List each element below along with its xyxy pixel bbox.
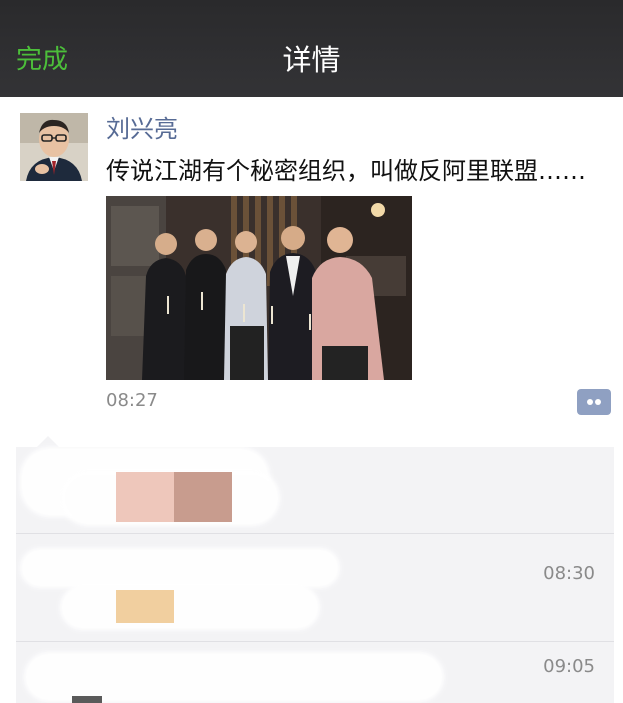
avatar[interactable]: [20, 113, 88, 181]
navigation-bar: 完成 详情: [0, 0, 623, 97]
group-photo-image: [106, 196, 412, 380]
comment-dot: [587, 399, 593, 405]
post-time: 08:27: [106, 390, 158, 411]
comment-time: 08:30: [543, 563, 595, 584]
comment-divider: [16, 641, 614, 642]
redacted-avatar: [116, 472, 174, 522]
blurred-comment: [60, 585, 320, 630]
post-text: 传说江湖有个秘密组织，叫做反阿里联盟……: [106, 157, 586, 185]
redacted-avatar: [116, 590, 174, 623]
blurred-comment: [24, 652, 444, 702]
comment-time: 09:05: [543, 656, 595, 677]
redacted-avatar: [72, 696, 102, 703]
author-name[interactable]: 刘兴亮: [106, 113, 178, 145]
page-title: 详情: [282, 43, 341, 77]
comment-divider: [16, 533, 614, 534]
avatar-image: [20, 113, 88, 181]
redacted-avatar: [174, 472, 232, 522]
post-photo[interactable]: [106, 196, 412, 380]
comment-bubble-icon[interactable]: [577, 389, 611, 415]
blurred-comment: [20, 548, 340, 588]
comment-dot: [595, 399, 601, 405]
